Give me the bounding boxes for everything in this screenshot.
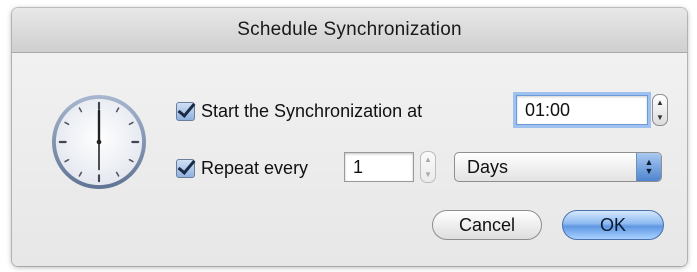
clock-icon: [51, 94, 147, 190]
ok-button[interactable]: OK: [562, 210, 664, 240]
title-bar[interactable]: Schedule Synchronization: [12, 8, 687, 53]
schedule-sync-dialog: Schedule Synchronization Start the Synch…: [12, 8, 687, 266]
popup-arrows-icon: ▲ ▼: [636, 153, 661, 181]
chevron-down-icon: ▼: [644, 166, 654, 176]
dialog-content: Start the Synchronization at 01:00 ▲ ▼ R…: [12, 53, 687, 266]
stepper-up-icon[interactable]: ▲: [424, 155, 432, 164]
stepper-down-icon[interactable]: ▼: [424, 170, 432, 179]
repeat-row: Repeat every: [176, 158, 308, 179]
start-sync-label: Start the Synchronization at: [201, 101, 423, 121]
start-time-stepper[interactable]: ▲ ▼: [652, 94, 668, 126]
repeat-label: Repeat every: [201, 158, 309, 178]
repeat-unit-popup[interactable]: Days ▲ ▼: [454, 152, 662, 182]
repeat-interval-field[interactable]: 1: [344, 152, 414, 182]
start-sync-checkbox[interactable]: [176, 102, 195, 121]
window-title: Schedule Synchronization: [237, 19, 462, 40]
repeat-interval-stepper[interactable]: ▲ ▼: [420, 151, 436, 183]
cancel-button[interactable]: Cancel: [432, 210, 542, 240]
repeat-unit-value: Days: [467, 156, 509, 177]
start-sync-row: Start the Synchronization at: [176, 101, 422, 122]
repeat-checkbox[interactable]: [176, 159, 195, 178]
start-time-field[interactable]: 01:00: [516, 95, 648, 125]
stepper-up-icon[interactable]: ▲: [656, 98, 664, 107]
stepper-down-icon[interactable]: ▼: [656, 113, 664, 122]
